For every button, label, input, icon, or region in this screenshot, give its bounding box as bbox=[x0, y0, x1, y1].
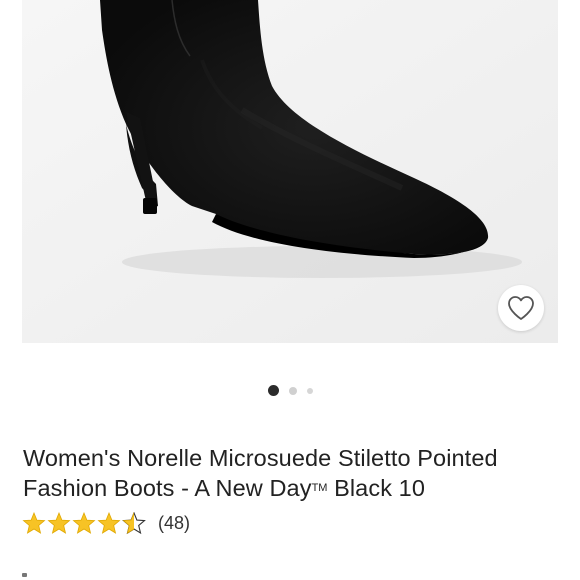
star-icon bbox=[22, 512, 46, 534]
star-icon bbox=[97, 512, 121, 534]
wishlist-button[interactable] bbox=[498, 285, 544, 331]
product-image[interactable] bbox=[22, 0, 558, 343]
pager-dot-2[interactable] bbox=[288, 386, 297, 395]
rating-row[interactable]: (48) bbox=[22, 512, 190, 535]
star-icon bbox=[72, 512, 96, 534]
product-title-suffix: Black 10 bbox=[327, 475, 426, 501]
star-half-icon bbox=[122, 512, 146, 535]
image-carousel-pager[interactable] bbox=[0, 385, 580, 396]
next-section-glyph bbox=[22, 573, 27, 577]
pager-dot-3[interactable] bbox=[306, 387, 313, 394]
trademark-symbol: TM bbox=[311, 482, 328, 494]
review-count[interactable]: (48) bbox=[158, 513, 190, 534]
heart-outline-icon bbox=[508, 296, 534, 320]
product-title: Women's Norelle Microsuede Stiletto Poin… bbox=[23, 443, 563, 503]
star-rating bbox=[22, 512, 146, 535]
star-icon bbox=[47, 512, 71, 534]
product-page: Women's Norelle Microsuede Stiletto Poin… bbox=[0, 0, 580, 580]
product-title-main: Women's Norelle Microsuede Stiletto Poin… bbox=[23, 445, 498, 501]
boot-photo bbox=[22, 0, 558, 343]
pager-dot-1[interactable] bbox=[267, 385, 279, 396]
